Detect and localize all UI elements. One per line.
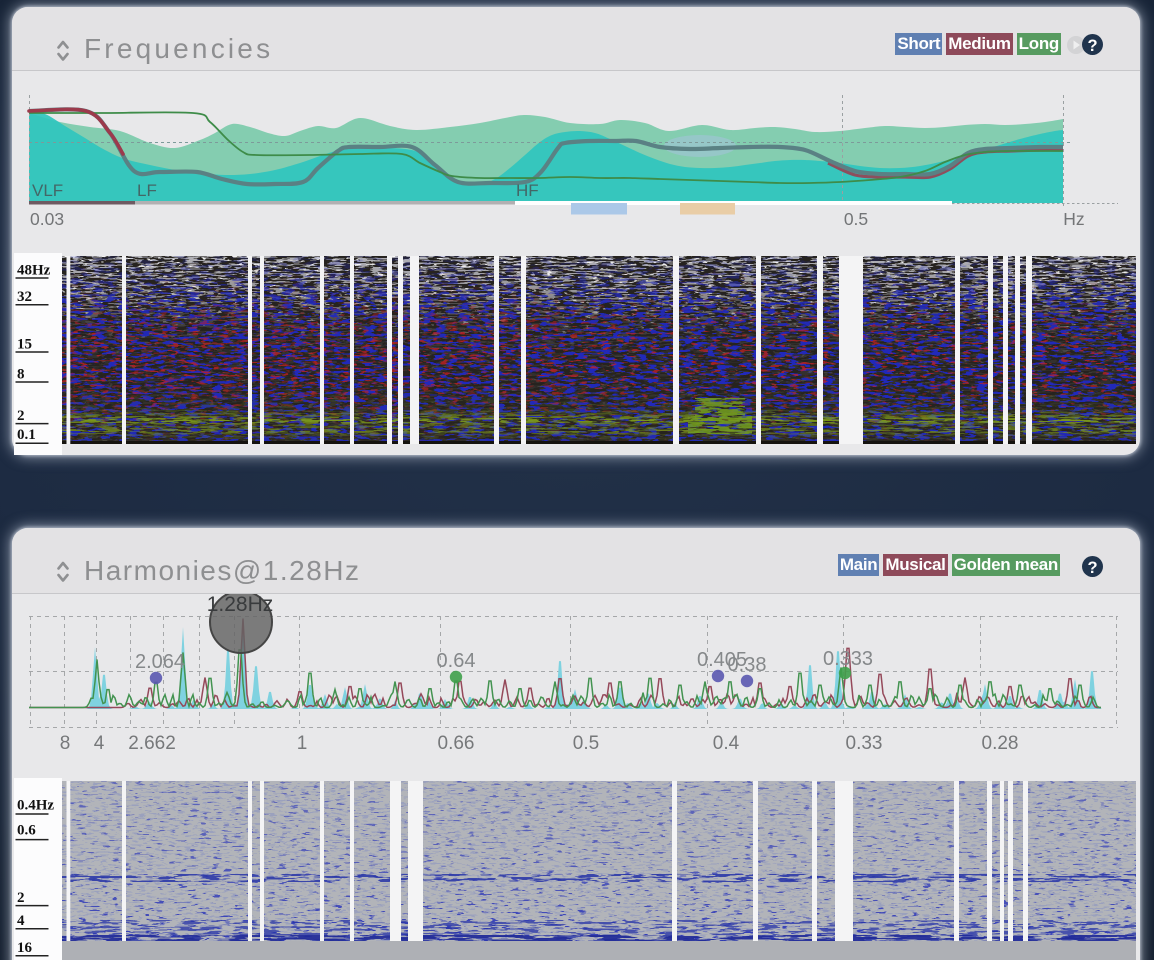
- svg-text:48Hz: 48Hz: [17, 263, 51, 279]
- svg-text:0.28: 0.28: [982, 733, 1019, 754]
- svg-text:1.28Hz: 1.28Hz: [207, 593, 274, 616]
- svg-text:16: 16: [17, 940, 33, 956]
- svg-text:0.5: 0.5: [573, 733, 599, 754]
- svg-text:0.66: 0.66: [438, 733, 475, 754]
- svg-text:?: ?: [1087, 37, 1097, 55]
- svg-text:32: 32: [17, 289, 32, 305]
- svg-text:0.4Hz: 0.4Hz: [17, 798, 54, 814]
- svg-text:LF: LF: [137, 181, 157, 200]
- svg-text:0.4: 0.4: [713, 733, 740, 754]
- svg-text:2.064: 2.064: [135, 651, 185, 673]
- svg-text:4: 4: [94, 733, 105, 754]
- svg-text:2: 2: [17, 890, 25, 906]
- svg-text:0.1: 0.1: [17, 427, 36, 443]
- svg-text:0.38: 0.38: [728, 654, 767, 676]
- svg-text:0.33: 0.33: [846, 733, 883, 754]
- svg-text:8: 8: [17, 367, 25, 383]
- svg-text:0.03: 0.03: [30, 209, 64, 229]
- svg-text:0.333: 0.333: [823, 648, 873, 670]
- svg-text:2: 2: [17, 408, 25, 424]
- svg-text:?: ?: [1087, 559, 1097, 577]
- svg-text:0.64: 0.64: [437, 650, 476, 672]
- svg-text:8: 8: [60, 733, 71, 754]
- svg-text:2.662: 2.662: [128, 733, 176, 754]
- svg-text:15: 15: [17, 337, 32, 353]
- svg-text:Hz: Hz: [1063, 209, 1084, 229]
- svg-text:HF: HF: [516, 181, 539, 200]
- svg-text:VLF: VLF: [32, 181, 63, 200]
- svg-text:1: 1: [297, 733, 308, 754]
- svg-text:0.6: 0.6: [17, 823, 36, 839]
- svg-text:0.5: 0.5: [844, 209, 868, 229]
- svg-text:4: 4: [17, 913, 25, 929]
